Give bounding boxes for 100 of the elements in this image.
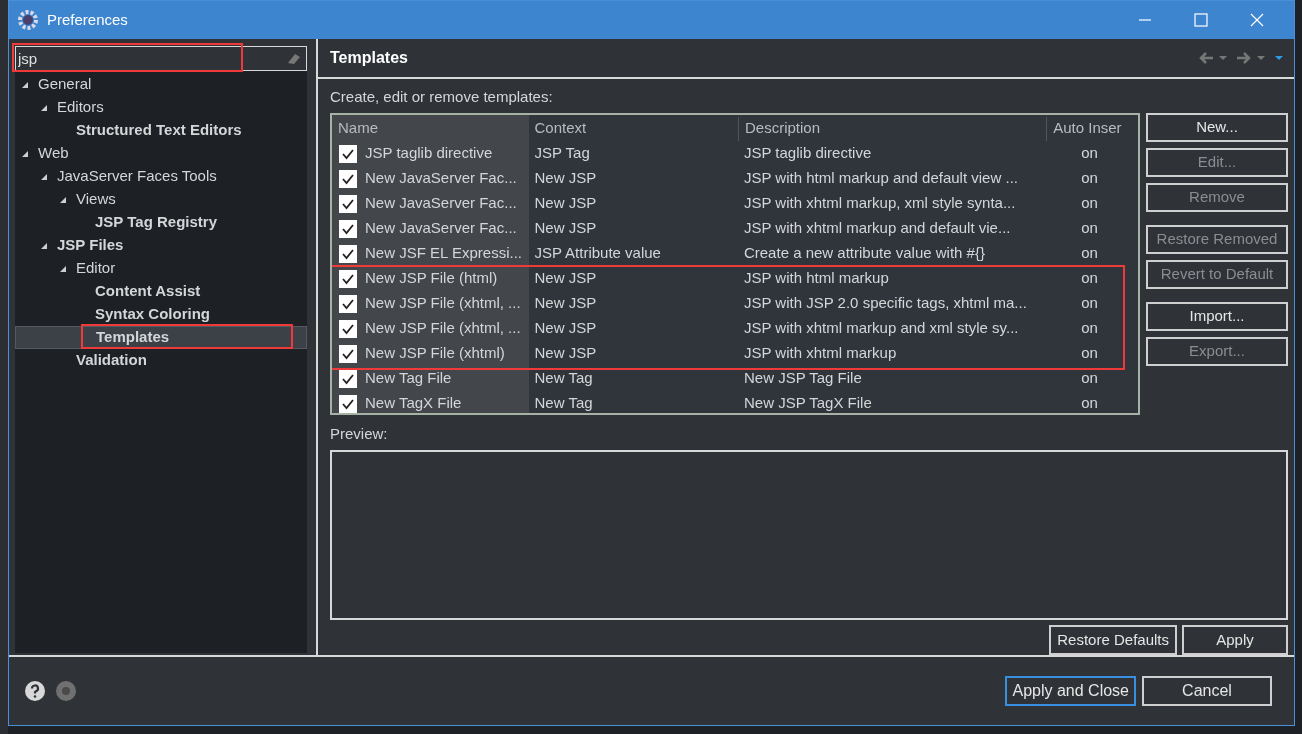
eraser-icon[interactable] (286, 51, 302, 65)
table-cell-text: New JavaServer Fac... (365, 218, 517, 239)
record-icon[interactable] (56, 681, 76, 701)
table-cell-text: New JSP File (xhtml) (365, 343, 505, 364)
column-header[interactable]: Auto Inser (1046, 117, 1138, 142)
table-cell-text: on (1080, 143, 1099, 164)
table-cell-text: New Tag (533, 393, 594, 414)
page-title: Templates (330, 47, 408, 68)
expanded-arrow-icon[interactable] (40, 241, 48, 250)
table-row[interactable]: New TagX File New Tag New JSP TagX File on (332, 391, 1138, 414)
table-cell-text: New JavaServer Fac... (365, 193, 517, 214)
preview-label: Preview: (330, 424, 389, 445)
table-cell-text: New JSP (533, 168, 598, 189)
table-cell-text: New JSP TagX File (742, 393, 873, 414)
forward-arrow-icon[interactable] (1236, 50, 1252, 65)
expanded-arrow-icon[interactable] (40, 103, 48, 112)
table-cell-text: JSP with JSP 2.0 specific tags, xhtml ma... (742, 293, 1028, 314)
tree-item[interactable]: Templates (15, 326, 307, 349)
table-cell-text: New JSP (533, 268, 598, 289)
tree-item[interactable]: JavaServer Faces Tools (15, 165, 307, 188)
table-cell-text: on (1080, 318, 1099, 339)
table-cell-text: JSP with xhtml markup, xml style synta... (742, 193, 1017, 214)
table-row[interactable]: New JSP File (xhtml) New JSP JSP with xhtml markup on (332, 341, 1138, 367)
tree-item[interactable]: Validation (15, 349, 307, 372)
close-icon[interactable] (1250, 13, 1264, 27)
tree-item[interactable]: Editor (15, 257, 307, 280)
tree-item[interactable]: Structured Text Editors (15, 119, 307, 142)
table-cell-text: on (1080, 368, 1099, 389)
page-button[interactable]: Restore Defaults (1049, 625, 1177, 655)
table-row[interactable]: New JavaServer Fac... New JSP JSP with xhtml markup and default vie... on (332, 216, 1138, 242)
table-cell-text: New JSP Tag File (742, 368, 863, 389)
table-cell-text: on (1080, 343, 1099, 364)
table-cell-text: JSP taglib directive (742, 143, 873, 164)
table-row[interactable]: New JSP File (html) New JSP JSP with html markup on (332, 266, 1138, 292)
caret-icon[interactable] (1256, 54, 1266, 61)
page-button[interactable]: Apply (1182, 625, 1288, 655)
table-row[interactable]: New JavaServer Fac... New JSP JSP with html markup and default view ... on (332, 166, 1138, 192)
table-cell-text: JSP Tag (533, 143, 591, 164)
tree-item[interactable]: Editors (15, 96, 307, 119)
table-cell-text: on (1080, 293, 1099, 314)
table-cell-text: Create a new attribute value with #{} (742, 243, 986, 264)
tree-item[interactable]: Web (15, 142, 307, 165)
table-cell-text: New JSP File (xhtml, ... (365, 318, 521, 339)
tree-item[interactable]: JSP Files (15, 234, 307, 257)
tree-item[interactable]: Syntax Coloring (15, 303, 307, 326)
table-cell-text: on (1080, 218, 1099, 239)
gear-icon (17, 9, 39, 31)
footer-button[interactable]: Cancel (1142, 676, 1272, 706)
table-cell-text: JSP Attribute value (533, 243, 662, 264)
expanded-arrow-icon[interactable] (59, 264, 67, 273)
table-cell-text: on (1080, 168, 1099, 189)
column-header[interactable]: Description (738, 117, 1047, 142)
filter-field[interactable]: jsp (15, 46, 307, 71)
table-cell-text: New JSP (533, 343, 598, 364)
table-cell-text: on (1080, 193, 1099, 214)
expanded-arrow-icon[interactable] (21, 149, 29, 158)
expanded-arrow-icon[interactable] (40, 172, 48, 181)
table-cell-text: New JavaServer Fac... (365, 168, 517, 189)
table-cell-text: JSP with xhtml markup (742, 343, 898, 364)
table-cell-text: New JSP File (html) (365, 268, 498, 289)
table-cell-text: JSP taglib directive (365, 143, 493, 164)
table-row[interactable]: New Tag File New Tag New JSP Tag File on (332, 366, 1138, 392)
help-icon[interactable] (25, 681, 45, 701)
side-button[interactable]: New... (1146, 113, 1288, 143)
table-row[interactable]: New JSP File (xhtml, ... New JSP JSP with xhtml markup and xml style sy... on (332, 316, 1138, 342)
table-cell-text: JSP with html markup and default view ... (742, 168, 1019, 189)
table-cell-text: JSP with xhtml markup and default vie... (742, 218, 1012, 239)
tree-item[interactable]: JSP Tag Registry (15, 211, 307, 234)
column-header[interactable]: Context (528, 117, 738, 142)
tree-item[interactable]: Views (15, 188, 307, 211)
table-cell-text: on (1080, 243, 1099, 264)
menu-caret-icon[interactable] (1274, 54, 1284, 61)
table-row[interactable]: JSP taglib directive JSP Tag JSP taglib directive on (332, 141, 1138, 167)
table-cell-text: JSP with html markup (742, 268, 890, 289)
table-cell-text: on (1080, 268, 1099, 289)
expanded-arrow-icon[interactable] (59, 195, 67, 204)
intro-text: Create, edit or remove templates: (330, 86, 554, 107)
table-cell-text: New JSP (533, 218, 598, 239)
caret-icon[interactable] (1218, 54, 1228, 61)
table-row[interactable]: New JavaServer Fac... New JSP JSP with xhtml markup, xml style synta... on (332, 191, 1138, 217)
tree-item[interactable]: Content Assist (15, 280, 307, 303)
table-row[interactable]: New JSP File (xhtml, ... New JSP JSP with JSP 2.0 specific tags, xhtml ma... on (332, 291, 1138, 317)
table-cell-text: JSP with xhtml markup and xml style sy... (742, 318, 1020, 339)
table-cell-text: New TagX File (365, 393, 462, 414)
window-title: Preferences (47, 9, 128, 30)
table-cell-text: New Tag File (365, 368, 452, 389)
table-cell-text: New JSP (533, 318, 598, 339)
table-cell-text: New JSP File (xhtml, ... (365, 293, 521, 314)
table-cell-text: New JSP (533, 293, 598, 314)
back-arrow-icon[interactable] (1198, 50, 1214, 65)
expanded-arrow-icon[interactable] (21, 80, 29, 89)
footer-button[interactable]: Apply and Close (1005, 676, 1136, 706)
table-cell-text: on (1080, 393, 1099, 414)
table-row[interactable]: New JSF EL Expressi... JSP Attribute value Create a new attribute value with #{} on (332, 241, 1138, 267)
table-cell-text: New JSF EL Expressi... (365, 243, 522, 264)
side-button[interactable]: Import... (1146, 302, 1288, 332)
table-cell-text: New JSP (533, 193, 598, 214)
table-cell-text: New Tag (533, 368, 594, 389)
column-header[interactable]: Name (332, 117, 529, 142)
tree-item[interactable]: General (15, 73, 307, 96)
